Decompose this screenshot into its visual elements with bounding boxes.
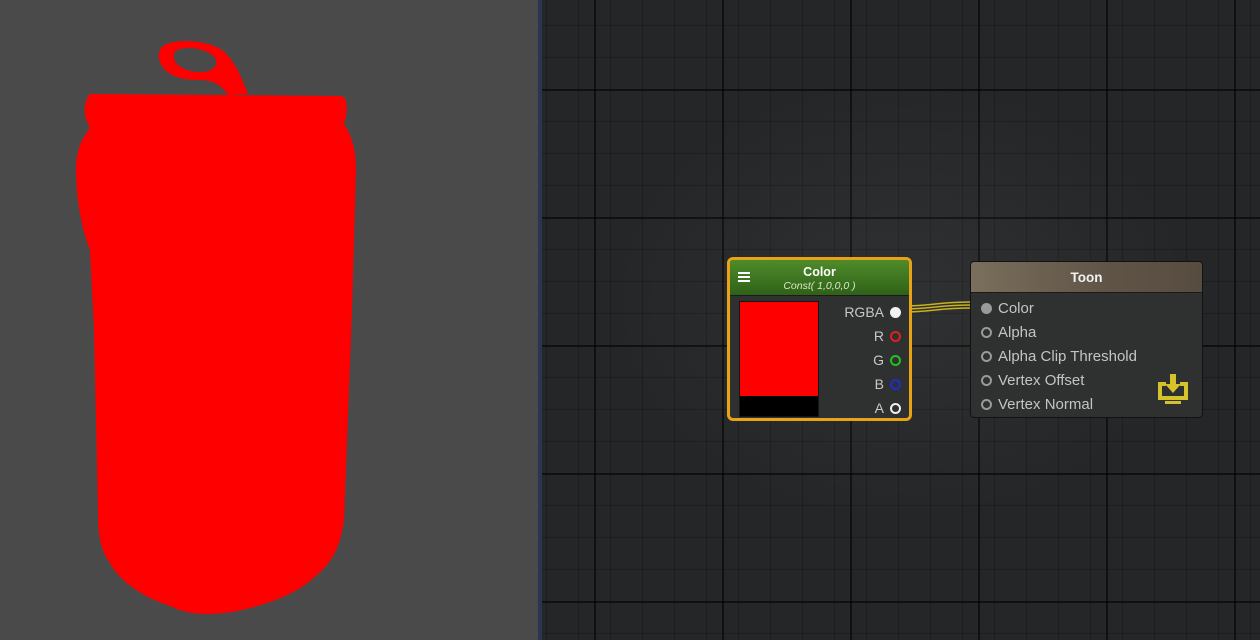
input-pin-color[interactable]	[981, 302, 992, 314]
port-label: A	[874, 400, 884, 416]
node-graph-canvas[interactable]: Color Const( 1,0,0,0 ) RGBA R G B A Toon…	[542, 0, 1260, 640]
input-port-alpha-clip-threshold: Alpha Clip Threshold	[981, 345, 1137, 367]
input-label: Vertex Normal	[998, 395, 1094, 413]
color-swatch-rgb	[740, 302, 818, 396]
port-label: RGBA	[844, 304, 884, 320]
port-g: G	[873, 350, 901, 370]
port-label: B	[874, 376, 884, 392]
input-pin-vertex-normal[interactable]	[981, 398, 992, 410]
input-pin-alpha[interactable]	[981, 326, 992, 338]
color-node-title: Color	[803, 265, 836, 279]
can-pull-tab	[158, 41, 248, 95]
toon-node-header[interactable]: Toon	[971, 262, 1202, 293]
toon-node[interactable]: Toon Color Alpha Alpha Clip Threshold Ve…	[970, 261, 1203, 418]
output-pin-r[interactable]	[890, 330, 901, 342]
input-label: Alpha Clip Threshold	[998, 347, 1137, 365]
color-node-header[interactable]: Color Const( 1,0,0,0 )	[730, 260, 909, 296]
port-label: G	[873, 352, 884, 368]
can-body	[76, 94, 356, 614]
can-preview	[76, 41, 356, 614]
input-label: Alpha	[998, 323, 1037, 341]
input-label: Vertex Offset	[998, 371, 1085, 389]
color-swatch[interactable]	[739, 301, 819, 417]
port-rgba: RGBA	[844, 302, 901, 322]
input-label: Color	[998, 299, 1034, 317]
port-label: R	[873, 328, 884, 344]
input-pin-alpha-clip-threshold[interactable]	[981, 350, 992, 362]
color-node[interactable]: Color Const( 1,0,0,0 ) RGBA R G B A	[727, 257, 912, 421]
output-pin-g[interactable]	[890, 354, 901, 366]
input-pin-vertex-offset[interactable]	[981, 374, 992, 386]
input-port-alpha: Alpha	[981, 321, 1036, 343]
output-pin-rgba[interactable]	[890, 306, 901, 318]
color-node-subtitle: Const( 1,0,0,0 )	[783, 280, 856, 292]
output-pin-a[interactable]	[890, 402, 901, 414]
toon-node-title: Toon	[1070, 270, 1103, 285]
input-port-vertex-offset: Vertex Offset	[981, 369, 1084, 391]
port-a: A	[875, 398, 901, 418]
input-port-color: Color	[981, 297, 1034, 319]
port-b: B	[875, 374, 901, 394]
preview-viewport[interactable]	[0, 0, 538, 640]
input-port-vertex-normal: Vertex Normal	[981, 393, 1093, 415]
output-download-icon[interactable]	[1155, 372, 1191, 406]
output-pin-b[interactable]	[890, 378, 901, 390]
port-r: R	[874, 326, 901, 346]
